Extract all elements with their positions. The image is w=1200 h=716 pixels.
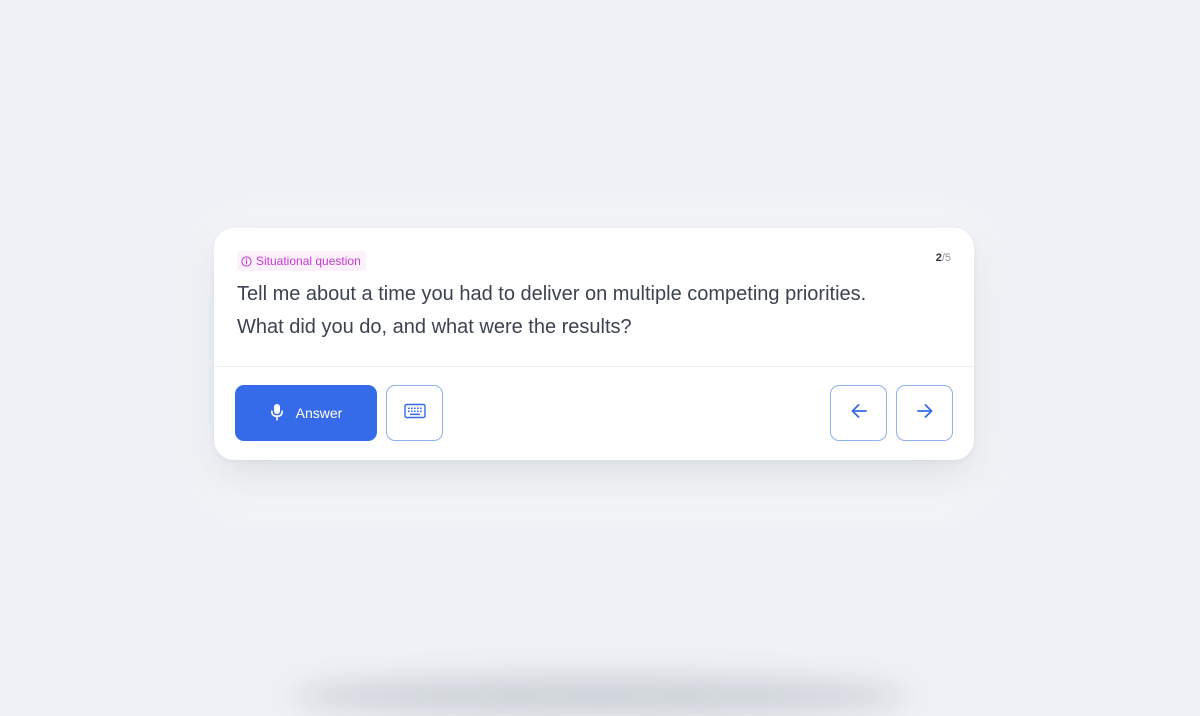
arrow-left-icon [850, 403, 868, 424]
answer-button[interactable]: Answer [235, 385, 377, 441]
keyboard-icon [403, 403, 426, 424]
answer-toolbar: Answer [214, 367, 974, 460]
question-line-2: What did you do, and what were the resul… [237, 316, 632, 338]
arrow-right-icon [916, 403, 934, 424]
microphone-icon [270, 403, 284, 424]
question-card: Situational question 2/5 Tell me about a… [214, 228, 974, 460]
keyboard-input-button[interactable] [386, 385, 443, 441]
question-type-label: Situational question [256, 254, 361, 268]
previous-question-button[interactable] [830, 385, 887, 441]
counter-total: 5 [944, 252, 951, 264]
question-counter: 2/5 [936, 251, 951, 265]
bottom-panel-shadow [290, 676, 910, 716]
question-line-1: Tell me about a time you had to deliver … [237, 283, 867, 305]
next-question-button[interactable] [896, 385, 953, 441]
answer-button-label: Answer [295, 405, 343, 421]
info-icon [241, 255, 252, 267]
question-header: Situational question 2/5 Tell me about a… [214, 228, 974, 367]
question-text: Tell me about a time you had to deliver … [237, 278, 937, 344]
question-type-tag: Situational question [237, 251, 366, 271]
